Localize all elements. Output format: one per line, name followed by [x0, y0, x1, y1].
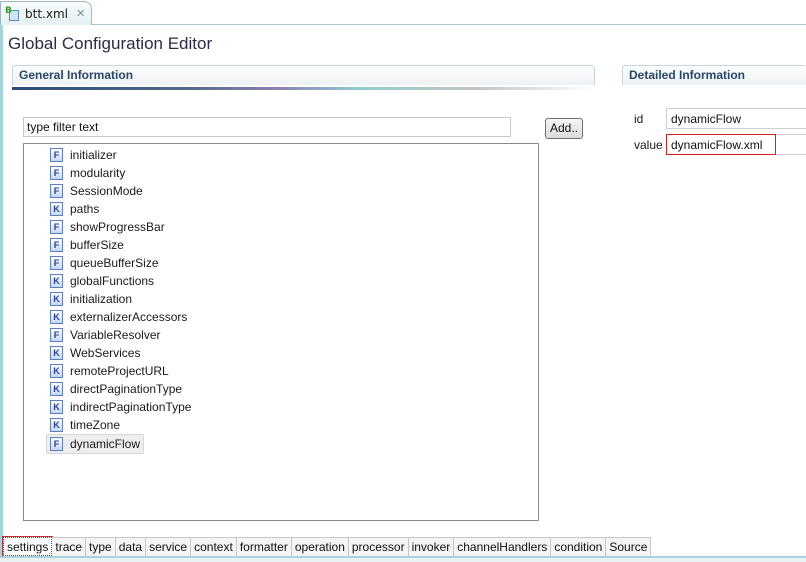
- field-f-icon: F: [50, 256, 63, 270]
- tree-item-label: modularity: [70, 166, 126, 180]
- tree-item-indirectPaginationType[interactable]: KindirectPaginationType: [50, 398, 191, 416]
- general-information-header[interactable]: General Information: [12, 65, 595, 85]
- key-k-icon: K: [50, 292, 63, 306]
- tree-item-directPaginationType[interactable]: KdirectPaginationType: [50, 380, 182, 398]
- tree-item-timeZone[interactable]: KtimeZone: [50, 416, 120, 434]
- tree-item-label: bufferSize: [70, 238, 124, 252]
- tree-item-label: SessionMode: [70, 184, 143, 198]
- field-f-icon: F: [50, 220, 63, 234]
- detailed-information-title: Detailed Information: [629, 68, 746, 82]
- tree-item-label: globalFunctions: [70, 274, 155, 288]
- tab-condition[interactable]: condition: [551, 537, 607, 556]
- editor-tab-label: btt.xml: [25, 6, 68, 21]
- tab-channelHandlers[interactable]: channelHandlers: [454, 537, 552, 556]
- key-k-icon: K: [50, 400, 63, 414]
- tab-Source[interactable]: Source: [606, 537, 652, 556]
- tab-formatter[interactable]: formatter: [236, 537, 292, 556]
- tree-item-bufferSize[interactable]: FbufferSize: [50, 236, 124, 254]
- section-divider: [12, 87, 595, 90]
- tree-item-label: WebServices: [70, 346, 141, 360]
- tree-item-label: paths: [70, 202, 100, 216]
- field-f-icon: F: [50, 437, 63, 451]
- tree-item-VariableResolver[interactable]: F VariableResolver: [50, 326, 161, 344]
- tree-item-SessionMode[interactable]: F SessionMode: [50, 182, 143, 200]
- id-label: id: [634, 112, 644, 126]
- tree-item-label: timeZone: [70, 418, 121, 432]
- field-f-icon: F: [50, 184, 63, 198]
- detailed-information-header[interactable]: Detailed Information: [622, 65, 806, 85]
- editor-tab-bar: B btt.xml ✕: [0, 0, 806, 25]
- add-button[interactable]: Add..: [545, 118, 583, 139]
- tree-item-label: directPaginationType: [70, 382, 183, 396]
- tree-item-label: VariableResolver: [70, 328, 161, 342]
- tab-type[interactable]: type: [86, 537, 116, 556]
- tab-operation[interactable]: operation: [291, 537, 349, 556]
- tree-item-remoteProjectURL[interactable]: KremoteProjectURL: [50, 362, 169, 380]
- value-input[interactable]: [666, 134, 776, 155]
- tree-item-label: queueBufferSize: [70, 256, 159, 270]
- tree-item-label: initialization: [70, 292, 133, 306]
- field-f-icon: F: [50, 166, 63, 180]
- tree-item-label: initializer: [70, 148, 117, 162]
- general-information-title: General Information: [19, 68, 134, 82]
- key-k-icon: K: [50, 310, 63, 324]
- page-tabs: settings trace type data service context forma…: [1, 536, 652, 557]
- tab-service[interactable]: service: [146, 537, 192, 556]
- tab-trace[interactable]: trace: [52, 537, 87, 556]
- key-k-icon: K: [50, 346, 63, 360]
- tree-item-label: externalizerAccessors: [70, 310, 188, 324]
- settings-tree[interactable]: Finitializer Fmodularity F SessionMode Kpath…: [23, 143, 539, 521]
- value-input-extension: [776, 134, 806, 155]
- tree-item-label: dynamicFlow: [70, 437, 141, 451]
- key-k-icon: K: [50, 364, 63, 378]
- key-k-icon: K: [50, 382, 63, 396]
- tree-item-dynamicFlow[interactable]: FdynamicFlow: [46, 434, 145, 454]
- value-label: value: [634, 138, 663, 152]
- tree-item-label: indirectPaginationType: [70, 400, 192, 414]
- tree-item-label: remoteProjectURL: [70, 364, 169, 378]
- tab-context[interactable]: context: [191, 537, 237, 556]
- tree-item-queueBufferSize[interactable]: FqueueBufferSize: [50, 254, 159, 272]
- field-f-icon: F: [50, 328, 63, 342]
- field-f-icon: F: [50, 238, 63, 252]
- key-k-icon: K: [50, 202, 63, 216]
- tree-item-label: showProgressBar: [70, 220, 165, 234]
- tree-item-initialization[interactable]: Kinitialization: [50, 290, 132, 308]
- tab-invoker[interactable]: invoker: [408, 537, 455, 556]
- tree-item-externalizerAccessors[interactable]: KexternalizerAccessors: [50, 308, 187, 326]
- editor-tab-btt-xml[interactable]: B btt.xml ✕: [0, 1, 92, 25]
- tree-item-showProgressBar[interactable]: FshowProgressBar: [50, 218, 165, 236]
- tab-processor[interactable]: processor: [348, 537, 409, 556]
- tree-item-paths[interactable]: Kpaths: [50, 200, 99, 218]
- tab-settings[interactable]: settings: [1, 536, 54, 557]
- tab-data[interactable]: data: [115, 537, 147, 556]
- close-icon[interactable]: ✕: [76, 7, 85, 20]
- id-input[interactable]: [666, 108, 806, 129]
- xml-file-icon: B: [5, 6, 19, 21]
- tree-item-initializer[interactable]: Finitializer: [50, 146, 117, 164]
- key-k-icon: K: [50, 418, 63, 432]
- page-title: Global Configuration Editor: [8, 34, 213, 53]
- tree-item-modularity[interactable]: Fmodularity: [50, 164, 125, 182]
- tree-item-globalFunctions[interactable]: KglobalFunctions: [50, 272, 154, 290]
- field-f-icon: F: [50, 148, 63, 162]
- bottom-border: [0, 556, 806, 562]
- filter-input[interactable]: [23, 117, 511, 137]
- key-k-icon: K: [50, 274, 63, 288]
- tree-item-WebServices[interactable]: K WebServices: [50, 344, 140, 362]
